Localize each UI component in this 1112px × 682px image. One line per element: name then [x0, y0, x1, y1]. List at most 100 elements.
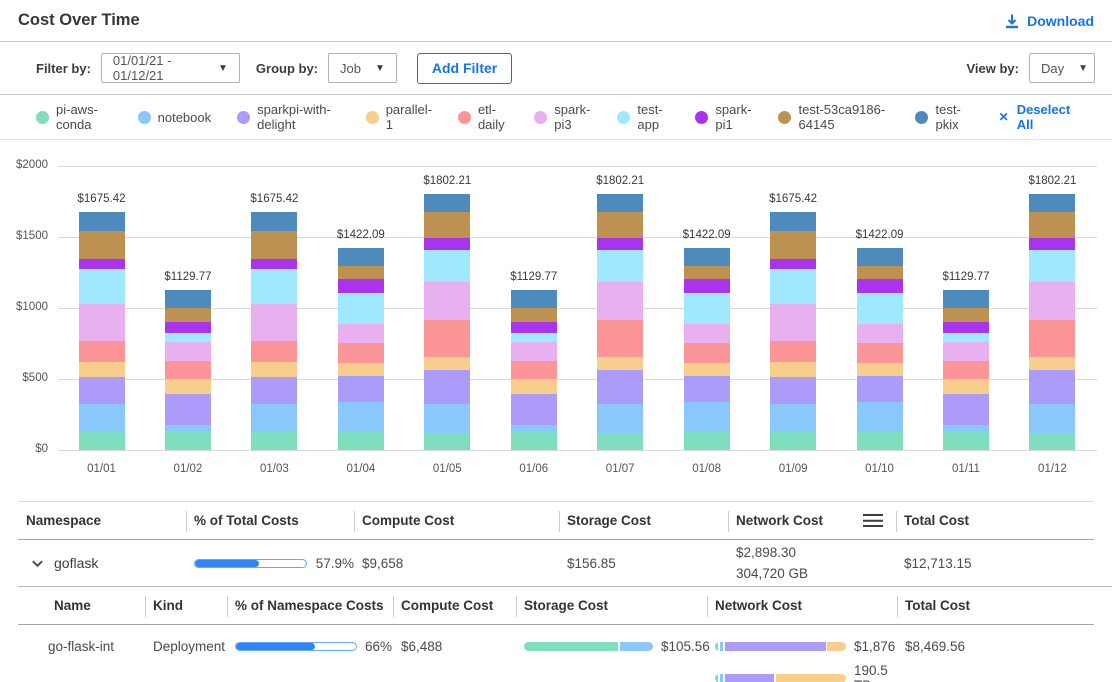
bar-segment-etl-daily[interactable] [770, 341, 816, 362]
bar-segment-pi-aws-conda[interactable] [511, 431, 557, 450]
bar-segment-test-pkix[interactable] [597, 194, 643, 212]
bar-segment-test-pkix[interactable] [424, 194, 470, 212]
bar-segment-etl-daily[interactable] [684, 343, 730, 362]
stacked-bar-01/10[interactable] [857, 248, 903, 450]
bar-segment-test-53ca9186-64145[interactable] [684, 266, 730, 279]
bar-segment-etl-daily[interactable] [597, 320, 643, 357]
bar-segment-test-app[interactable] [684, 293, 730, 324]
bar-segment-pi-aws-conda[interactable] [597, 433, 643, 450]
bar-segment-test-app[interactable] [424, 250, 470, 282]
bar-segment-test-app[interactable] [338, 293, 384, 324]
bar-segment-sparkpi-with-delight[interactable] [79, 377, 125, 404]
bar-segment-test-pkix[interactable] [1029, 194, 1075, 212]
bar-segment-spark-pi1[interactable] [251, 259, 297, 269]
bar-segment-sparkpi-with-delight[interactable] [165, 394, 211, 425]
stacked-bar-01/12[interactable] [1029, 194, 1075, 450]
legend-item-test-app[interactable]: test-app [617, 102, 669, 132]
bar-segment-etl-daily[interactable] [857, 343, 903, 362]
bar-segment-test-app[interactable] [597, 250, 643, 282]
stacked-bar-01/01[interactable] [79, 212, 125, 450]
col-header-total[interactable]: Total Cost [896, 502, 1094, 539]
bar-segment-spark-pi1[interactable] [770, 259, 816, 269]
bar-segment-sparkpi-with-delight[interactable] [684, 376, 730, 403]
bar-segment-test-pkix[interactable] [684, 248, 730, 266]
bar-segment-etl-daily[interactable] [79, 341, 125, 362]
bar-segment-parallel-1[interactable] [251, 362, 297, 377]
bar-segment-spark-pi3[interactable] [1029, 282, 1075, 320]
column-settings-icon[interactable] [863, 514, 883, 527]
legend-item-etl-daily[interactable]: etl-daily [458, 102, 508, 132]
col-header-storage[interactable]: Storage Cost [559, 502, 728, 539]
bar-segment-sparkpi-with-delight[interactable] [597, 370, 643, 404]
bar-segment-spark-pi1[interactable] [338, 279, 384, 293]
bar-segment-notebook[interactable] [684, 402, 730, 432]
bar-segment-test-pkix[interactable] [770, 212, 816, 231]
bar-segment-spark-pi3[interactable] [684, 324, 730, 343]
col-header-total[interactable]: Total Cost [897, 587, 1094, 624]
bar-segment-spark-pi1[interactable] [684, 279, 730, 293]
bar-segment-sparkpi-with-delight[interactable] [770, 377, 816, 404]
bar-segment-pi-aws-conda[interactable] [943, 431, 989, 450]
col-header-network[interactable]: Network Cost [728, 502, 896, 539]
bar-segment-notebook[interactable] [1029, 404, 1075, 433]
bar-segment-spark-pi3[interactable] [338, 324, 384, 343]
deselect-all-button[interactable]: ✕ Deselect All [999, 102, 1076, 132]
bar-segment-test-app[interactable] [770, 269, 816, 304]
bar-segment-test-app[interactable] [165, 333, 211, 342]
bar-segment-spark-pi3[interactable] [857, 324, 903, 343]
legend-item-pi-aws-conda[interactable]: pi-aws-conda [36, 102, 112, 132]
bar-segment-notebook[interactable] [424, 404, 470, 433]
bar-segment-pi-aws-conda[interactable] [770, 432, 816, 450]
bar-segment-parallel-1[interactable] [1029, 357, 1075, 370]
bar-segment-test-app[interactable] [511, 333, 557, 342]
bar-segment-etl-daily[interactable] [424, 320, 470, 357]
bar-segment-test-pkix[interactable] [857, 248, 903, 266]
bar-segment-sparkpi-with-delight[interactable] [251, 377, 297, 404]
bar-segment-test-pkix[interactable] [943, 290, 989, 309]
bar-segment-test-53ca9186-64145[interactable] [770, 231, 816, 259]
bar-segment-test-53ca9186-64145[interactable] [597, 212, 643, 238]
legend-item-test-53ca9186-64145[interactable]: test-53ca9186-64145 [778, 102, 889, 132]
col-header-pct-namespace[interactable]: % of Namespace Costs [227, 587, 393, 624]
bar-segment-test-pkix[interactable] [338, 248, 384, 266]
bar-segment-test-app[interactable] [1029, 250, 1075, 282]
bar-segment-parallel-1[interactable] [857, 363, 903, 376]
bar-segment-pi-aws-conda[interactable] [251, 432, 297, 450]
namespace-expand-toggle[interactable]: goflask [18, 555, 186, 571]
col-header-network[interactable]: Network Cost [707, 587, 897, 624]
legend-item-spark-pi3[interactable]: spark-pi3 [534, 102, 591, 132]
bar-segment-pi-aws-conda[interactable] [1029, 433, 1075, 450]
bar-segment-sparkpi-with-delight[interactable] [943, 394, 989, 425]
bar-segment-etl-daily[interactable] [165, 361, 211, 379]
bar-segment-parallel-1[interactable] [943, 379, 989, 394]
bar-segment-test-pkix[interactable] [511, 290, 557, 309]
legend-item-notebook[interactable]: notebook [138, 110, 212, 125]
col-header-storage[interactable]: Storage Cost [516, 587, 707, 624]
bar-segment-notebook[interactable] [79, 404, 125, 433]
bar-segment-test-app[interactable] [251, 269, 297, 304]
bar-segment-sparkpi-with-delight[interactable] [1029, 370, 1075, 404]
bar-segment-spark-pi1[interactable] [857, 279, 903, 293]
bar-segment-parallel-1[interactable] [338, 363, 384, 376]
date-range-select[interactable]: 01/01/21 - 01/12/21 ▼ [101, 53, 240, 83]
bar-segment-spark-pi3[interactable] [943, 342, 989, 361]
bar-segment-etl-daily[interactable] [943, 361, 989, 379]
col-header-pct-total[interactable]: % of Total Costs [186, 502, 354, 539]
bar-segment-pi-aws-conda[interactable] [338, 432, 384, 450]
bar-segment-pi-aws-conda[interactable] [165, 431, 211, 450]
legend-item-parallel-1[interactable]: parallel-1 [366, 102, 432, 132]
legend-item-spark-pi1[interactable]: spark-pi1 [695, 102, 752, 132]
bar-segment-spark-pi1[interactable] [597, 238, 643, 250]
col-header-namespace[interactable]: Namespace [18, 502, 186, 539]
bar-segment-test-53ca9186-64145[interactable] [251, 231, 297, 259]
bar-segment-test-53ca9186-64145[interactable] [511, 308, 557, 321]
bar-segment-spark-pi1[interactable] [511, 322, 557, 333]
stacked-bar-01/11[interactable] [943, 290, 989, 450]
bar-segment-sparkpi-with-delight[interactable] [338, 376, 384, 403]
col-header-kind[interactable]: Kind [145, 587, 227, 624]
bar-segment-spark-pi3[interactable] [79, 304, 125, 341]
bar-segment-test-app[interactable] [79, 269, 125, 304]
bar-segment-spark-pi1[interactable] [165, 322, 211, 333]
bar-segment-notebook[interactable] [597, 404, 643, 433]
group-by-select[interactable]: Job ▼ [328, 53, 397, 83]
